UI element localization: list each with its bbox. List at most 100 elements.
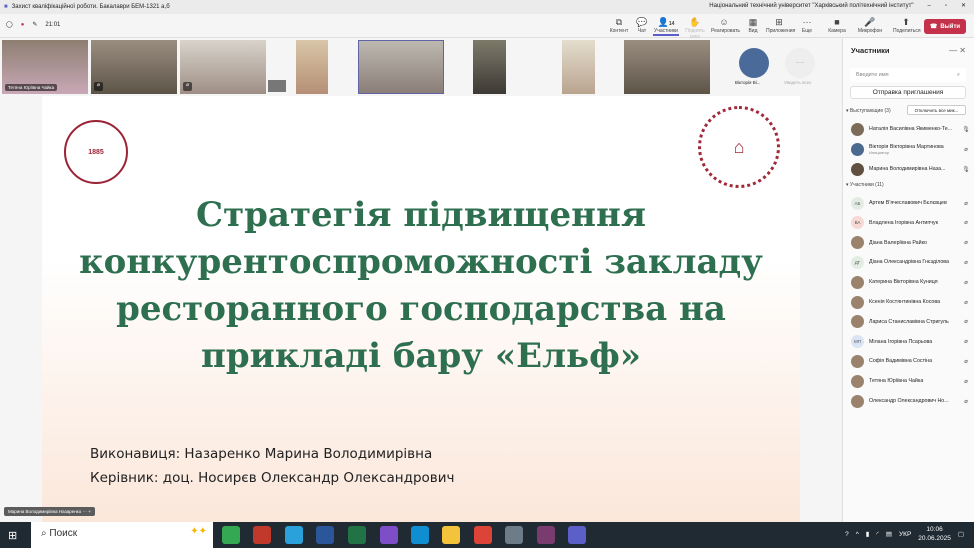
- video-tile[interactable]: ⌀: [91, 40, 177, 94]
- video-tile-active[interactable]: [358, 40, 444, 94]
- attendee-item[interactable]: Ксенія Костянтинівна Косова ⌀: [851, 293, 971, 311]
- restaurant-logo: ⌂: [698, 106, 780, 188]
- presenter-tag: Марина Володимирівна Назаренко ··· +: [4, 507, 95, 516]
- mic-button[interactable]: 🎤 Микрофон: [857, 17, 883, 34]
- attendee-item[interactable]: Софія Вадимівна Состіна ⌀: [851, 352, 971, 370]
- video-tile[interactable]: Тетяна Юріївна Чайка: [2, 40, 88, 94]
- presenters-section[interactable]: ▾ Выступающие (3): [846, 108, 891, 114]
- mic-off-icon: ⌀: [964, 279, 968, 286]
- participant-name: Софія Вадимівна Состіна: [869, 358, 933, 365]
- attendee-item[interactable]: Тетяна Юріївна Чайка ⌀: [851, 372, 971, 390]
- teams-icon[interactable]: [568, 526, 586, 544]
- attendee-item[interactable]: ДГ Діана Олександрівна Гнєзділова ⌀: [851, 253, 971, 271]
- camera-button[interactable]: ■ Камера: [824, 17, 850, 34]
- telegram-icon[interactable]: [285, 526, 303, 544]
- attendee-item[interactable]: Діана Валеріївна Райко ⌀: [851, 234, 971, 252]
- notifications-icon[interactable]: ▢: [958, 530, 964, 538]
- clock[interactable]: 10:06 20.06.2025: [918, 525, 951, 543]
- raise-hand-button[interactable]: ✋ Поднять руку: [682, 17, 708, 40]
- share-button[interactable]: ⬆ Поделиться: [893, 17, 921, 34]
- panel-controls[interactable]: — ✕: [949, 46, 966, 55]
- close-button[interactable]: ✕: [961, 2, 966, 9]
- participant-name: Діана Валеріївна Райко: [869, 239, 927, 246]
- mic-off-icon: [268, 80, 286, 92]
- help-icon[interactable]: ?: [845, 531, 849, 538]
- mic-tray-icon: ▮: [865, 531, 870, 538]
- participant-name: Катерина Вікторівна Куниця: [869, 279, 938, 286]
- edge-icon[interactable]: [411, 526, 429, 544]
- maximize-button[interactable]: ▫: [945, 3, 947, 9]
- avatar: МП: [851, 335, 864, 349]
- leave-button[interactable]: ☎ Выйти: [924, 19, 966, 34]
- mute-all-button[interactable]: Отключить все мик...: [907, 105, 966, 115]
- avatar: [851, 374, 864, 388]
- attendee-item[interactable]: МП Мілана Ігорівна Псарьова ⌀: [851, 333, 971, 351]
- file-explorer-icon[interactable]: [442, 526, 460, 544]
- winrar-icon[interactable]: [537, 526, 555, 544]
- wifi-icon[interactable]: ◜: [876, 530, 879, 538]
- presenter-item[interactable]: Марина Володимирівна Наза... 🎙: [851, 160, 971, 178]
- attendee-item[interactable]: АБ Артем В'ячеславович Бєлєвцев ⌀: [851, 194, 971, 212]
- presenter-item[interactable]: Вікторія Вікторівна Мартинова Инициатор ⌀: [851, 140, 971, 158]
- chrome-icon[interactable]: [222, 526, 240, 544]
- viber-icon[interactable]: [380, 526, 398, 544]
- smile-icon: ☺: [719, 17, 729, 27]
- mic-off-icon: ⌀: [94, 82, 103, 91]
- shared-content: 1885 ⌂ Стратегія підвищення конкурентосп…: [0, 96, 842, 522]
- calculator-icon[interactable]: [505, 526, 523, 544]
- mic-off-icon: ⌀: [964, 240, 968, 247]
- view-all-button[interactable]: ···: [785, 48, 815, 78]
- attendee-item[interactable]: ВА Владлена Ігорівна Антипчук ⌀: [851, 214, 971, 232]
- view-button[interactable]: ▦ Вид: [740, 17, 766, 34]
- hand-icon: ✋: [689, 17, 701, 27]
- participant-name: Лариса Станиславівна Стригуль: [869, 318, 949, 325]
- participant-name: Діана Олександрівна Гнєзділова: [869, 259, 949, 266]
- excel-icon[interactable]: [348, 526, 366, 544]
- video-tile[interactable]: ⌀: [180, 40, 266, 94]
- mic-off-icon: ⌀: [964, 220, 968, 227]
- mic-icon: 🎙: [962, 126, 970, 133]
- mic-icon: 🎤: [864, 17, 876, 27]
- video-tile[interactable]: [473, 40, 506, 94]
- avatar: [851, 315, 864, 329]
- grid-icon: ▦: [748, 17, 758, 27]
- word-icon[interactable]: [316, 526, 334, 544]
- windows-start-icon[interactable]: ⊞: [8, 529, 17, 542]
- participants-button[interactable]: 👤14 Участники: [653, 17, 679, 36]
- meeting-timer: 21:01: [45, 21, 61, 28]
- recording-icon: ●: [20, 21, 25, 28]
- participant-name: Наталія Василівна Якименко-Те...: [869, 126, 953, 132]
- language-indicator[interactable]: УКР: [899, 531, 911, 538]
- video-tile[interactable]: [562, 40, 595, 94]
- keyboard-icon[interactable]: ▤: [886, 530, 892, 538]
- teams-icon: ■: [4, 4, 8, 10]
- minimize-button[interactable]: –: [927, 3, 930, 9]
- participants-panel: Участники — ✕ Введите имя ⌕ Отправка приг…: [842, 38, 974, 522]
- mic-off-icon: ⌀: [964, 299, 968, 306]
- avatar[interactable]: [739, 48, 769, 78]
- video-tile[interactable]: [624, 40, 710, 94]
- video-tile[interactable]: [296, 40, 328, 94]
- avatar: [851, 236, 864, 250]
- send-invite-button[interactable]: Отправка приглашения: [850, 86, 966, 99]
- view-all-label: Увидеть всех: [784, 80, 812, 85]
- chat-button[interactable]: 💬 Чат: [629, 17, 655, 34]
- supervisor-line: Керівник: доц. Носирєв Олександр Олексан…: [90, 470, 455, 486]
- taskbar-search[interactable]: ⌕ Поиск ✦✦: [31, 522, 213, 548]
- more-button[interactable]: ··· Еще: [794, 17, 820, 34]
- app-icon[interactable]: [253, 526, 271, 544]
- sparkle-icon: ✦✦: [190, 526, 207, 537]
- chrome-icon[interactable]: [474, 526, 492, 544]
- attendee-item[interactable]: Олександр Олександрович Но... ⌀: [851, 392, 971, 410]
- participant-search-input[interactable]: Введите имя ⌕: [850, 68, 966, 82]
- apps-button[interactable]: ⊞ Приложения: [766, 17, 795, 34]
- chevron-up-icon[interactable]: ^: [856, 531, 859, 538]
- react-button[interactable]: ☺ Реагировать: [711, 17, 740, 34]
- presenter-item[interactable]: Наталія Василівна Якименко-Те... 🎙: [851, 120, 971, 138]
- attendee-item[interactable]: Лариса Станиславівна Стригуль ⌀: [851, 313, 971, 331]
- participant-name: Артем В'ячеславович Бєлєвцев: [869, 200, 947, 206]
- camera-icon: ■: [834, 17, 840, 27]
- avatar: ВА: [851, 216, 864, 230]
- attendee-item[interactable]: Катерина Вікторівна Куниця ⌀: [851, 273, 971, 291]
- attendees-section[interactable]: ▾ Участники (11): [846, 182, 884, 188]
